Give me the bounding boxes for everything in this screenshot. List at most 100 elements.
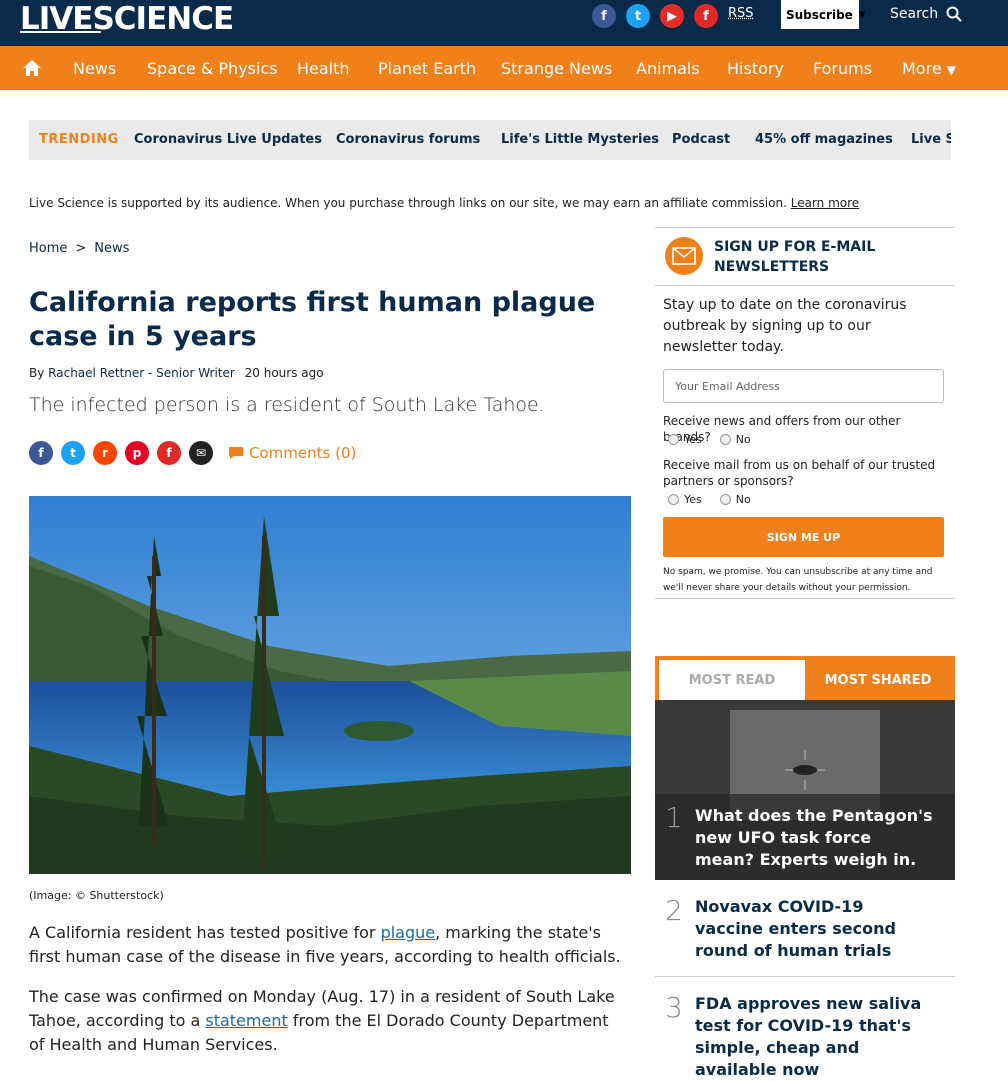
nav-item-space-physics[interactable]: Space & Physics [147, 59, 278, 78]
nav-item-news[interactable]: News [73, 59, 116, 78]
comments-label: Comments (0) [249, 444, 357, 462]
share-email-icon[interactable]: ✉ [189, 441, 213, 465]
trending-item[interactable]: Coronavirus Live Updates [134, 132, 322, 147]
most-read-title[interactable]: FDA approves new saliva test for COVID-1… [695, 993, 935, 1081]
social-links: f t ▶ f [592, 4, 718, 28]
nav-item-forums[interactable]: Forums [813, 59, 872, 78]
radio-no-label: No [735, 493, 751, 506]
breadcrumb: Home > News [29, 241, 129, 256]
envelope-icon [665, 237, 703, 275]
home-icon[interactable] [22, 58, 42, 78]
most-tabs: MOST READ MOST SHARED [655, 656, 955, 700]
radio-no[interactable]: No [719, 433, 751, 446]
breadcrumb-news[interactable]: News [94, 241, 129, 256]
rss-link[interactable]: RSS [728, 6, 754, 21]
flipboard-icon[interactable]: f [694, 4, 718, 28]
article-title: California reports first human plague ca… [29, 287, 596, 352]
share-reddit-icon[interactable]: r [93, 441, 117, 465]
trending-item[interactable]: 45% off magazines [755, 132, 893, 147]
newsletter-description: Stay up to date on the coronavirus outbr… [663, 297, 907, 355]
logo-underline [20, 31, 101, 33]
plague-link[interactable]: plague [381, 923, 436, 942]
radio-group-brands: Yes No [668, 433, 751, 446]
share-twitter-icon[interactable]: t [61, 441, 85, 465]
radio-no-label: No [735, 433, 751, 446]
chevron-down-icon: ▼ [858, 9, 866, 20]
breadcrumb-separator: > [75, 241, 87, 256]
radio-yes-label: Yes [684, 493, 702, 506]
trending-bar: TRENDING Coronavirus Live Updates Corona… [29, 120, 951, 160]
paragraph: A California resident has tested positiv… [29, 921, 629, 969]
nav-item-history[interactable]: History [727, 59, 784, 78]
image-caption: (Image: © Shutterstock) [29, 889, 164, 902]
affiliate-text: Live Science is supported by its audienc… [29, 196, 787, 210]
tab-most-read[interactable]: MOST READ [659, 660, 805, 700]
divider [655, 976, 955, 977]
comment-icon [229, 447, 243, 459]
share-facebook-icon[interactable]: f [29, 441, 53, 465]
rank-number: 3 [665, 991, 683, 1024]
hero-image [29, 496, 631, 874]
nav-item-more[interactable]: More ▼ [902, 59, 956, 78]
radio-yes[interactable]: Yes [668, 433, 702, 446]
nav-item-health[interactable]: Health [297, 59, 350, 78]
publish-time: 20 hours ago [244, 366, 324, 380]
comments-link[interactable]: Comments (0) [228, 444, 356, 462]
rank-number: 2 [665, 894, 683, 927]
affiliate-notice: Live Science is supported by its audienc… [29, 196, 859, 210]
sign-up-button[interactable]: SIGN ME UP [663, 517, 944, 557]
subscribe-label: Subscribe [786, 7, 853, 22]
share-flipboard-icon[interactable]: f [157, 441, 181, 465]
newsletter-fine-print: No spam, we promise. You can unsubscribe… [663, 567, 933, 593]
byline: By Rachael Rettner - Senior Writer 20 ho… [29, 366, 324, 380]
trending-label: TRENDING [39, 132, 119, 147]
most-read-title[interactable]: What does the Pentagon's new UFO task fo… [695, 805, 935, 871]
newsletter-header: SIGN UP FOR E-MAIL NEWSLETTERS [655, 228, 955, 286]
radio-yes[interactable]: Yes [668, 493, 702, 506]
statement-link[interactable]: statement [205, 1011, 287, 1030]
trending-item[interactable]: Life's Little Mysteries [501, 132, 659, 147]
nav-item-animals[interactable]: Animals [636, 59, 700, 78]
facebook-icon[interactable]: f [592, 4, 616, 28]
question-partners: Receive mail from us on behalf of our tr… [663, 458, 936, 488]
nav-more-label: More [902, 59, 942, 78]
top-bar: LIVESCIENCE f t ▶ f RSS Subscribe ▼ Sear… [0, 0, 1008, 46]
radio-circle [668, 434, 679, 445]
rank-number: 1 [665, 801, 683, 834]
search-button[interactable]: Search [890, 6, 962, 22]
radio-circle [719, 434, 731, 445]
nav-item-planet-earth[interactable]: Planet Earth [378, 59, 476, 78]
most-read-title[interactable]: Novavax COVID-19 vaccine enters second r… [695, 896, 935, 962]
most-read-widget: MOST READ MOST SHARED 1 What does the Pe… [655, 656, 955, 1079]
search-icon [946, 6, 962, 22]
email-field[interactable]: Your Email Address [663, 369, 944, 403]
search-label: Search [890, 6, 939, 22]
twitter-icon[interactable]: t [626, 4, 650, 28]
radio-circle [668, 494, 679, 505]
trending-item[interactable]: Live Sc [911, 132, 951, 147]
share-pinterest-icon[interactable]: p [125, 441, 149, 465]
subscribe-button[interactable]: Subscribe ▼ [781, 0, 866, 29]
byline-by: By [29, 366, 45, 380]
article-dek: The infected person is a resident of Sou… [29, 394, 545, 416]
p1-text-a: A California resident has tested positiv… [29, 923, 381, 942]
author-link[interactable]: Rachael Rettner - Senior Writer [48, 366, 235, 380]
radio-no[interactable]: No [719, 493, 751, 506]
trending-item[interactable]: Podcast [672, 132, 730, 147]
newsletter-widget: SIGN UP FOR E-MAIL NEWSLETTERS Stay up t… [655, 227, 955, 599]
caret-down-icon: ▼ [946, 63, 956, 77]
paragraph: The case was confirmed on Monday (Aug. 1… [29, 985, 629, 1057]
featured-item[interactable]: 1 What does the Pentagon's new UFO task … [655, 700, 955, 880]
share-buttons: f t r p f ✉ [29, 441, 213, 465]
newsletter-title: SIGN UP FOR E-MAIL NEWSLETTERS [714, 239, 876, 275]
radio-yes-label: Yes [684, 433, 702, 446]
learn-more-link[interactable]: Learn more [791, 196, 859, 210]
nav-item-strange-news[interactable]: Strange News [501, 59, 612, 78]
breadcrumb-home[interactable]: Home [29, 241, 67, 256]
tab-most-shared[interactable]: MOST SHARED [805, 660, 951, 700]
main-nav: News Space & Physics Health Planet Earth… [0, 46, 1008, 90]
trending-item[interactable]: Coronavirus forums [336, 132, 480, 147]
youtube-icon[interactable]: ▶ [660, 4, 684, 28]
radio-group-partners: Yes No [668, 493, 751, 506]
radio-circle [719, 494, 731, 505]
